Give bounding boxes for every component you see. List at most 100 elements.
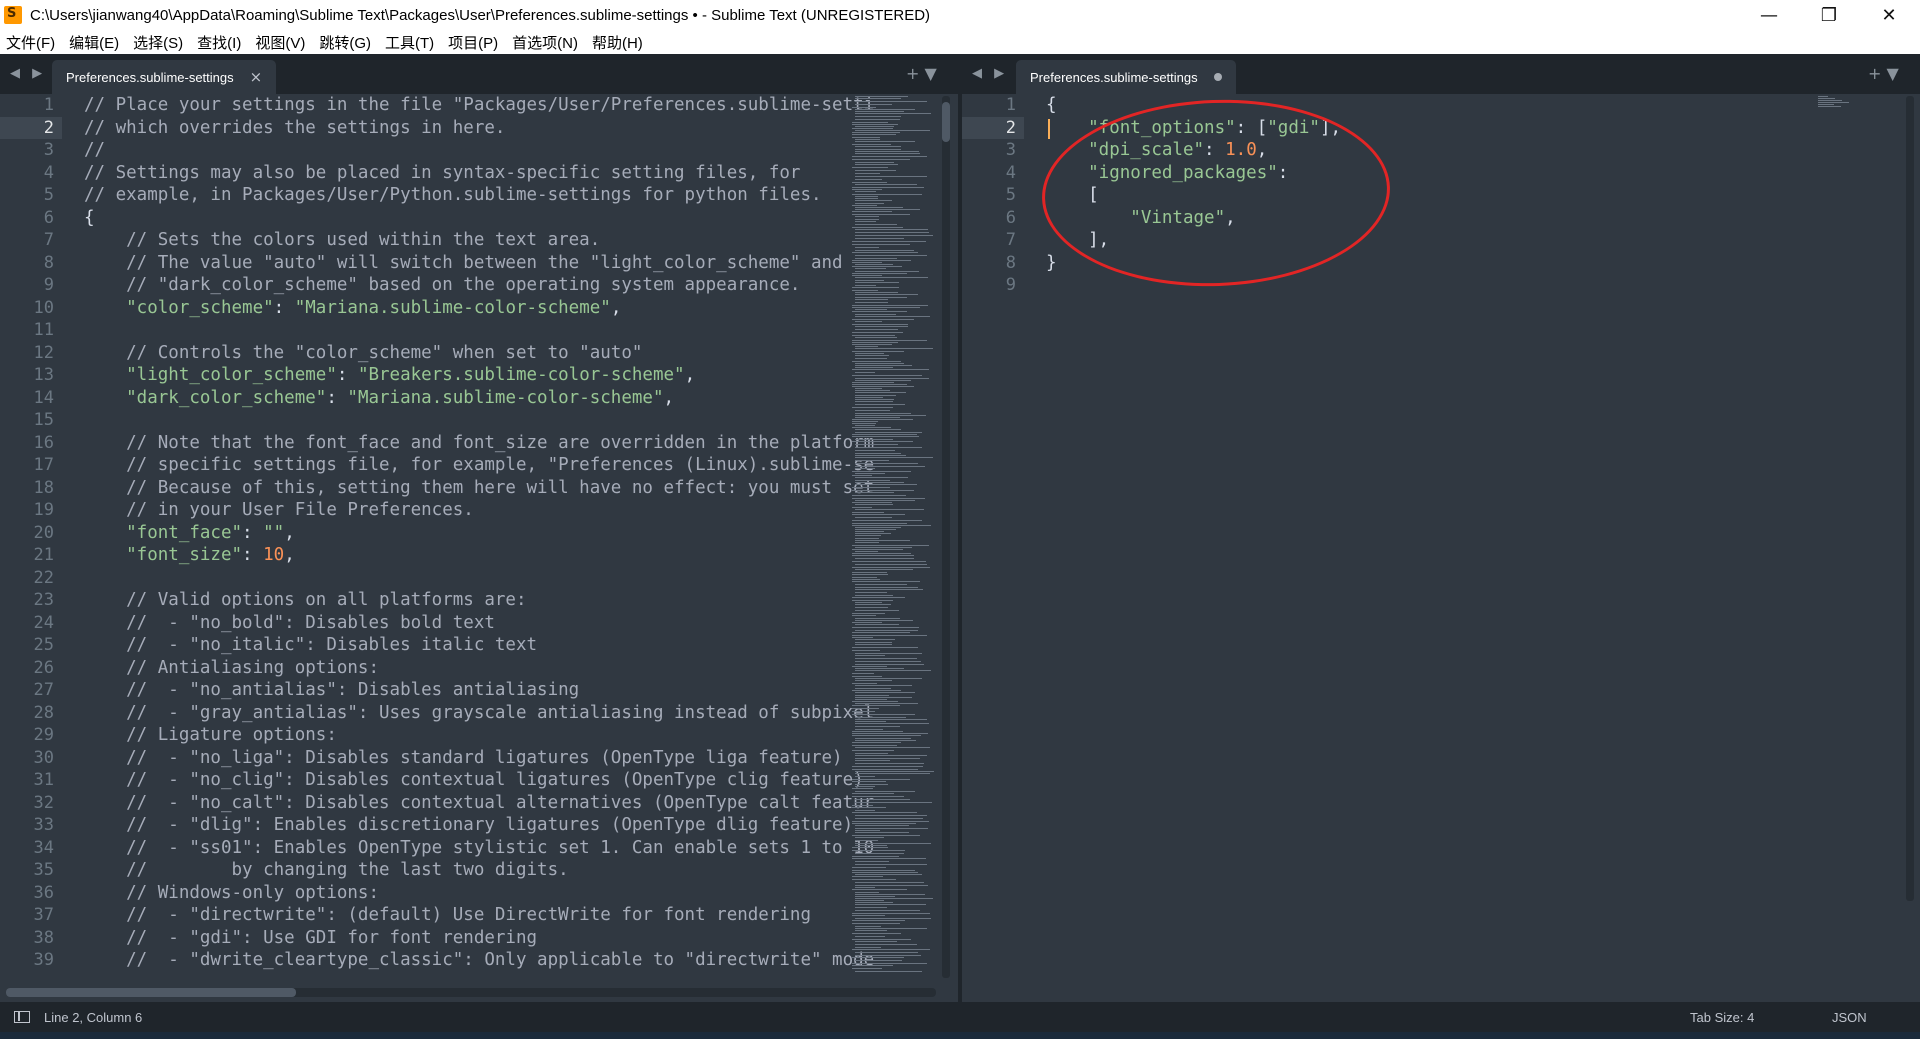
- menu-item[interactable]: 文件(F): [6, 32, 55, 53]
- minimap-line: [855, 484, 917, 485]
- minimap-line: [855, 587, 918, 588]
- menu-item[interactable]: 编辑(E): [69, 32, 119, 53]
- minimap-line: [852, 305, 928, 306]
- new-tab-menu[interactable]: + ▼: [1868, 64, 1899, 83]
- minimap-line: [852, 572, 887, 573]
- unsaved-dot-icon[interactable]: [1213, 73, 1222, 81]
- minimap-line: [852, 502, 892, 503]
- line-number: 28: [33, 702, 54, 723]
- minimap-line: [855, 784, 888, 785]
- tab-preferences-default[interactable]: Preferences.sublime-settings ×: [52, 60, 277, 94]
- menu-item[interactable]: 首选项(N): [512, 32, 578, 53]
- minimap-line: [855, 500, 915, 501]
- code-token: // Controls the "color_scheme" when set …: [84, 342, 643, 363]
- minimap-line: [855, 928, 927, 929]
- maximize-button[interactable]: ❐: [1800, 0, 1858, 30]
- minimap-line: [855, 941, 897, 942]
- tab-preferences-user[interactable]: Preferences.sublime-settings: [1016, 60, 1236, 94]
- tab-nav-arrows[interactable]: ◀ ▶: [10, 66, 46, 81]
- menu-item[interactable]: 帮助(H): [592, 32, 643, 53]
- menu-item[interactable]: 查找(I): [197, 32, 241, 53]
- minimap-line: [855, 717, 906, 718]
- minimize-button[interactable]: —: [1740, 0, 1798, 30]
- minimap-line: [855, 292, 898, 293]
- line-number: 4: [1005, 162, 1016, 183]
- close-button[interactable]: ✕: [1860, 0, 1918, 30]
- minimap-line: [852, 812, 917, 813]
- line-number-gutter: 123456789: [962, 94, 1024, 297]
- minimap-line: [852, 939, 911, 940]
- minimap-line: [852, 579, 880, 580]
- minimap-line: [855, 209, 920, 210]
- minimap-line: [855, 247, 879, 248]
- minimap-line: [855, 533, 891, 534]
- minimap-line: [852, 933, 901, 934]
- menu-item[interactable]: 工具(T): [385, 32, 434, 53]
- code-line: // Valid options on all platforms are:: [84, 589, 874, 612]
- code-token: {: [84, 207, 95, 228]
- vertical-scrollbar[interactable]: [942, 96, 950, 978]
- sublime-app-icon: [4, 6, 22, 24]
- code-line: "color_scheme": "Mariana.sublime-color-s…: [84, 297, 874, 320]
- code-line: // Ligature options:: [84, 724, 874, 747]
- minimap[interactable]: [852, 94, 940, 979]
- minimap-line: [852, 273, 907, 274]
- code-text-area[interactable]: // Place your settings in the file "Pack…: [84, 94, 874, 972]
- minimap-line: [855, 378, 929, 379]
- right-code-editor[interactable]: 123456789 { "font_options": ["gdi"], "dp…: [962, 93, 1920, 1002]
- left-code-editor[interactable]: 1 2 3 4 5 6 7 8 9 10 11 12 13 14 15 16 17 18 19 20 21 22 23 24 2…: [0, 94, 958, 1002]
- minimap-line: [855, 432, 922, 433]
- line-number: 7: [1005, 230, 1016, 250]
- horizontal-scrollbar[interactable]: [6, 988, 936, 997]
- menu-item[interactable]: 视图(V): [255, 32, 305, 53]
- minimap-line: [852, 384, 907, 385]
- minimap-line: [855, 268, 886, 269]
- vertical-scrollbar[interactable]: [1906, 96, 1914, 901]
- minimap-line: [855, 196, 878, 197]
- minimap-line: [852, 915, 885, 916]
- minimap-line: [855, 139, 880, 140]
- code-line: // specific settings file, for example, …: [84, 454, 874, 477]
- minimap-line: [855, 309, 887, 310]
- code-token: "color_scheme": [84, 297, 274, 318]
- scrollbar-thumb[interactable]: [6, 988, 296, 997]
- code-token: "Breakers.sublime-color-scheme": [357, 365, 685, 385]
- code-token: "font_size": [84, 545, 243, 565]
- minimap-line: [855, 930, 887, 931]
- syntax-selector[interactable]: JSON: [1832, 1010, 1867, 1025]
- code-token: // in your User File Preferences.: [84, 500, 474, 520]
- minimap-line: [852, 769, 918, 770]
- minimap-line: [852, 507, 872, 508]
- minimap-line: [855, 457, 933, 458]
- minimap-line: [855, 529, 896, 530]
- minimap-line: [855, 527, 901, 528]
- code-token: "Mariana.sublime-color-scheme": [294, 297, 611, 318]
- tab-close-icon[interactable]: ×: [250, 68, 263, 86]
- scrollbar-thumb[interactable]: [942, 102, 950, 142]
- minimap-line: [855, 618, 900, 619]
- code-line: // Antialiasing options:: [84, 657, 874, 680]
- tab-nav-arrows[interactable]: ◀ ▶: [972, 66, 1008, 81]
- panel-toggle-icon[interactable]: [14, 1011, 30, 1023]
- new-tab-menu[interactable]: + ▼: [906, 64, 937, 83]
- minimap-line: [855, 417, 900, 418]
- minimap-line: [852, 835, 920, 836]
- minimap-line: [852, 858, 926, 859]
- minimap-line: [855, 947, 881, 948]
- minimap-line: [855, 771, 934, 772]
- minimap[interactable]: [1818, 96, 1858, 110]
- code-token: // Antialiasing options:: [84, 657, 380, 678]
- menu-item[interactable]: 项目(P): [448, 32, 498, 53]
- minimap-line: [855, 604, 891, 605]
- minimap-line: [855, 918, 931, 919]
- minimap-line: [852, 307, 920, 308]
- line-number: 6: [43, 207, 54, 228]
- minimap-line: [852, 244, 910, 245]
- menu-item[interactable]: 跳转(G): [319, 32, 371, 53]
- line-number: 35: [33, 860, 54, 880]
- tab-size-selector[interactable]: Tab Size: 4: [1690, 1010, 1754, 1025]
- menu-item[interactable]: 选择(S): [133, 32, 183, 53]
- minimap-line: [855, 661, 921, 662]
- line-number: 39: [33, 950, 54, 970]
- minimap-line: [855, 164, 898, 165]
